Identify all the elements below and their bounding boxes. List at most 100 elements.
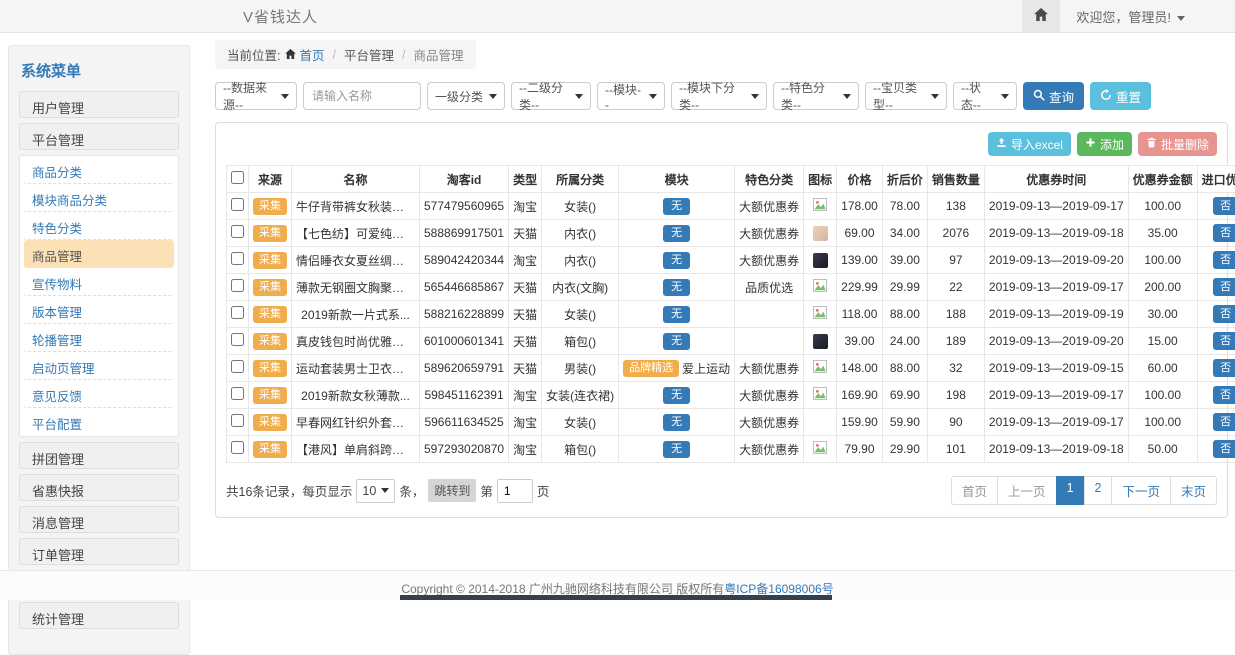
- filter-select-6[interactable]: --宝贝类型--: [865, 82, 947, 110]
- row-checkbox-cell: [227, 409, 249, 436]
- icp-link[interactable]: 粤ICP备16098006号: [724, 582, 833, 596]
- user-menu[interactable]: 欢迎您，管理员!: [1060, 0, 1235, 32]
- filter-select-data-source[interactable]: --数据来源--: [215, 82, 297, 110]
- reset-button[interactable]: 重置: [1090, 82, 1151, 110]
- sidebar-group-统计管理[interactable]: 统计管理: [19, 602, 179, 629]
- sidebar-item-特色分类[interactable]: 特色分类: [24, 212, 174, 240]
- import-select-toggle[interactable]: 否: [1213, 305, 1235, 323]
- table-row: 采集真皮钱包时尚优雅女士...601000601341天猫箱包()无39.002…: [227, 328, 1235, 355]
- filter-select-7[interactable]: --状态--: [953, 82, 1017, 110]
- product-category: 内衣(文胸): [542, 274, 619, 301]
- sidebar-item-轮播管理[interactable]: 轮播管理: [24, 324, 174, 352]
- pager-button-1[interactable]: 1: [1056, 476, 1085, 505]
- row-checkbox[interactable]: [231, 333, 244, 346]
- jump-button[interactable]: 跳转到: [428, 479, 476, 502]
- import-select-toggle[interactable]: 否: [1213, 197, 1235, 215]
- sidebar-group-省惠快报[interactable]: 省惠快报: [19, 474, 179, 501]
- pager-button-下一页[interactable]: 下一页: [1111, 476, 1171, 505]
- product-thumbnail: [813, 226, 828, 241]
- import-select-toggle[interactable]: 否: [1213, 359, 1235, 377]
- icon-cell: [804, 355, 837, 382]
- sidebar-item-商品分类[interactable]: 商品分类: [24, 156, 174, 184]
- query-button[interactable]: 查询: [1023, 82, 1084, 110]
- name-search-input[interactable]: [303, 82, 421, 110]
- import-select-toggle[interactable]: 否: [1213, 440, 1235, 458]
- filter-select-3[interactable]: --模块--: [597, 82, 665, 110]
- pager-button-末页[interactable]: 末页: [1170, 476, 1217, 505]
- filter-select-1[interactable]: 一级分类: [427, 82, 505, 110]
- pager-button-2[interactable]: 2: [1084, 476, 1113, 505]
- row-checkbox[interactable]: [231, 441, 244, 454]
- product-type: 淘宝: [509, 436, 542, 463]
- source-badge: 采集: [253, 306, 287, 323]
- products-table: 来源名称淘客id类型所属分类模块特色分类图标价格折后价销售数量优惠券时间优惠券金…: [226, 165, 1235, 463]
- table-header-row: 来源名称淘客id类型所属分类模块特色分类图标价格折后价销售数量优惠券时间优惠券金…: [227, 166, 1235, 193]
- import-select-toggle[interactable]: 否: [1213, 413, 1235, 431]
- select-all-checkbox[interactable]: [231, 171, 244, 184]
- import-select-toggle[interactable]: 否: [1213, 224, 1235, 242]
- row-checkbox[interactable]: [231, 225, 244, 238]
- icon-cell: [804, 274, 837, 301]
- row-checkbox[interactable]: [231, 360, 244, 373]
- row-checkbox[interactable]: [231, 414, 244, 427]
- pager-button-上一页[interactable]: 上一页: [997, 476, 1057, 505]
- filter-select-4[interactable]: --模块下分类--: [671, 82, 767, 110]
- home-icon: [285, 48, 296, 62]
- row-checkbox[interactable]: [231, 279, 244, 292]
- sidebar-group-拼团管理[interactable]: 拼团管理: [19, 442, 179, 469]
- sidebar-group-用户管理[interactable]: 用户管理: [19, 91, 179, 118]
- table-row: 采集情侣睡衣女夏丝绸男士...589042420344淘宝内衣()无大额优惠券1…: [227, 247, 1235, 274]
- column-header-所属分类: 所属分类: [542, 166, 619, 193]
- import-select-toggle[interactable]: 否: [1213, 332, 1235, 350]
- sidebar-group-订单管理[interactable]: 订单管理: [19, 538, 179, 565]
- product-type: 淘宝: [509, 382, 542, 409]
- module-badge: 无: [663, 441, 690, 458]
- price: 79.90: [837, 436, 883, 463]
- filter-select-2[interactable]: --二级分类--: [511, 82, 591, 110]
- icon-cell: [804, 436, 837, 463]
- import-excel-button[interactable]: 导入excel: [988, 132, 1071, 156]
- coupon-amount: 15.00: [1128, 328, 1197, 355]
- filter-select-label: --模块下分类--: [679, 79, 745, 113]
- breadcrumb-section[interactable]: 平台管理: [344, 45, 394, 64]
- product-type: 天猫: [509, 301, 542, 328]
- sidebar-group-消息管理[interactable]: 消息管理: [19, 506, 179, 533]
- chevron-down-icon: [489, 94, 497, 99]
- source-badge: 采集: [253, 333, 287, 350]
- module-cell: 品牌精选爱上运动: [619, 355, 735, 382]
- source-cell: 采集: [249, 436, 292, 463]
- import-select-toggle[interactable]: 否: [1213, 278, 1235, 296]
- filter-select-5[interactable]: --特色分类--: [773, 82, 859, 110]
- sidebar-item-版本管理[interactable]: 版本管理: [24, 296, 174, 324]
- breadcrumb-home-link[interactable]: 首页: [285, 45, 324, 64]
- topbar-right: 欢迎您，管理员!: [1022, 0, 1235, 32]
- product-category: 女装(): [542, 301, 619, 328]
- import-select-toggle[interactable]: 否: [1213, 386, 1235, 404]
- pager-button-首页[interactable]: 首页: [951, 476, 998, 505]
- home-button[interactable]: [1022, 0, 1060, 32]
- row-checkbox[interactable]: [231, 198, 244, 211]
- row-checkbox[interactable]: [231, 306, 244, 319]
- row-checkbox[interactable]: [231, 252, 244, 265]
- column-header-名称: 名称: [292, 166, 420, 193]
- sidebar-item-模块商品分类[interactable]: 模块商品分类: [24, 184, 174, 212]
- sidebar-group-平台管理[interactable]: 平台管理: [19, 123, 179, 150]
- taoke-id: 565446685867: [420, 274, 509, 301]
- coupon-time: 2019-09-13—2019-09-17: [984, 382, 1128, 409]
- add-button[interactable]: 添加: [1077, 132, 1132, 156]
- sidebar-item-平台配置[interactable]: 平台配置: [24, 408, 174, 436]
- row-checkbox[interactable]: [231, 387, 244, 400]
- sidebar-item-宣传物料[interactable]: 宣传物料: [24, 268, 174, 296]
- sidebar-item-商品管理[interactable]: 商品管理: [24, 240, 174, 268]
- column-header-图标: 图标: [804, 166, 837, 193]
- per-page-select[interactable]: 10: [356, 479, 395, 503]
- batch-delete-button[interactable]: 批量删除: [1138, 132, 1217, 156]
- discount-price: 88.00: [882, 355, 927, 382]
- sidebar-item-意见反馈[interactable]: 意见反馈: [24, 380, 174, 408]
- coupon-time: 2019-09-13—2019-09-19: [984, 301, 1128, 328]
- import-select-toggle[interactable]: 否: [1213, 251, 1235, 269]
- module-cell: 无: [619, 274, 735, 301]
- top-bar: V省钱达人 欢迎您，管理员!: [0, 0, 1235, 33]
- jump-page-input[interactable]: [497, 479, 533, 503]
- sidebar-item-启动页管理[interactable]: 启动页管理: [24, 352, 174, 380]
